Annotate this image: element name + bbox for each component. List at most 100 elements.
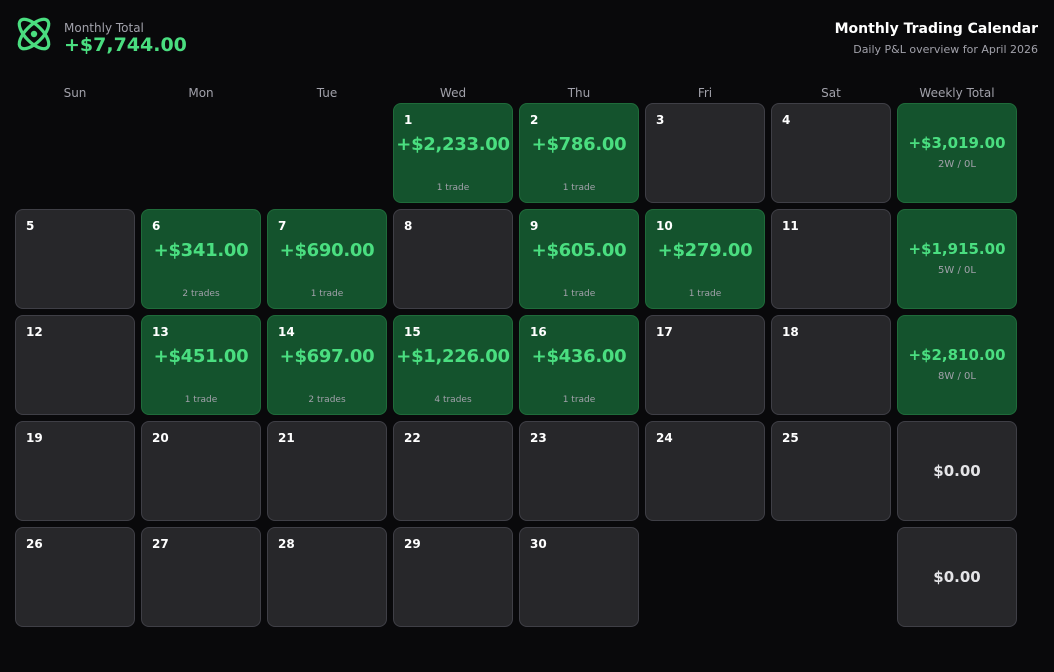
weekly-total-value: $0.00 (933, 568, 981, 586)
day-number: 10 (656, 219, 673, 233)
day-number: 18 (782, 325, 799, 339)
day-cell-21[interactable]: 21 (267, 421, 387, 521)
day-cell-14[interactable]: 14 +$697.00 2 trades (267, 315, 387, 415)
day-pnl: +$605.00 (531, 240, 627, 261)
page-title: Monthly Trading Calendar (834, 21, 1038, 37)
day-number: 17 (656, 325, 673, 339)
day-number: 19 (26, 431, 43, 445)
day-cell-3[interactable]: 3 (645, 103, 765, 203)
weekday-sun: Sun (63, 86, 87, 100)
day-pnl: +$341.00 (153, 240, 249, 261)
day-cell-19[interactable]: 19 (15, 421, 135, 521)
weekly-total-value: +$3,019.00 (908, 134, 1006, 152)
day-number: 24 (656, 431, 673, 445)
day-number: 7 (278, 219, 287, 233)
day-number: 29 (404, 537, 421, 551)
weekday-sat: Sat (821, 86, 841, 100)
weekday-wed: Wed (439, 86, 467, 100)
day-cell-26[interactable]: 26 (15, 527, 135, 627)
weekday-weekly-total: Weekly Total (919, 86, 995, 100)
day-cell-30[interactable]: 30 (519, 527, 639, 627)
weekday-header-row: Sun Mon Tue Wed Thu Fri Sat Weekly Total (15, 86, 1039, 102)
day-cell-24[interactable]: 24 (645, 421, 765, 521)
weekly-total-cell-2: +$1,915.00 5W / 0L (897, 209, 1017, 309)
day-number: 1 (404, 113, 413, 127)
day-cell-27[interactable]: 27 (141, 527, 261, 627)
day-trade-count: 1 trade (310, 289, 344, 299)
day-cell-1[interactable]: 1 +$2,233.00 1 trade (393, 103, 513, 203)
weekday-mon: Mon (188, 86, 214, 100)
day-number: 27 (152, 537, 169, 551)
day-trade-count: 1 trade (562, 183, 596, 193)
day-cell-28[interactable]: 28 (267, 527, 387, 627)
day-cell-18[interactable]: 18 (771, 315, 891, 415)
day-number: 23 (530, 431, 547, 445)
weekly-total-value: +$1,915.00 (908, 240, 1006, 258)
atom-logo-icon (17, 17, 51, 51)
monthly-total-label: Monthly Total (64, 21, 144, 35)
day-number: 16 (530, 325, 547, 339)
weekly-win-loss-record: 2W / 0L (938, 159, 976, 170)
day-cell-17[interactable]: 17 (645, 315, 765, 415)
day-cell-29[interactable]: 29 (393, 527, 513, 627)
day-trade-count: 1 trade (562, 395, 596, 405)
day-trade-count: 1 trade (562, 289, 596, 299)
day-cell-4[interactable]: 4 (771, 103, 891, 203)
day-number: 4 (782, 113, 791, 127)
day-cell-8[interactable]: 8 (393, 209, 513, 309)
day-cell-2[interactable]: 2 +$786.00 1 trade (519, 103, 639, 203)
day-trade-count: 4 trades (434, 395, 472, 405)
empty-day-cell (645, 527, 765, 627)
day-pnl: +$436.00 (531, 346, 627, 367)
empty-day-cell (15, 103, 135, 203)
day-number: 25 (782, 431, 799, 445)
day-number: 21 (278, 431, 295, 445)
weekly-total-cell-5: $0.00 (897, 527, 1017, 627)
day-number: 12 (26, 325, 43, 339)
day-cell-12[interactable]: 12 (15, 315, 135, 415)
empty-day-cell (267, 103, 387, 203)
weekly-total-cell-4: $0.00 (897, 421, 1017, 521)
day-cell-13[interactable]: 13 +$451.00 1 trade (141, 315, 261, 415)
day-cell-6[interactable]: 6 +$341.00 2 trades (141, 209, 261, 309)
day-pnl: +$697.00 (279, 346, 375, 367)
day-number: 11 (782, 219, 799, 233)
day-cell-7[interactable]: 7 +$690.00 1 trade (267, 209, 387, 309)
weekly-win-loss-record: 5W / 0L (938, 265, 976, 276)
day-number: 20 (152, 431, 169, 445)
day-trade-count: 2 trades (308, 395, 346, 405)
day-trade-count: 1 trade (436, 183, 470, 193)
empty-day-cell (771, 527, 891, 627)
day-number: 5 (26, 219, 35, 233)
weekday-fri: Fri (697, 86, 713, 100)
day-pnl: +$2,233.00 (396, 134, 510, 155)
day-number: 22 (404, 431, 421, 445)
day-cell-9[interactable]: 9 +$605.00 1 trade (519, 209, 639, 309)
weekly-total-value: +$2,810.00 (908, 346, 1006, 364)
day-number: 9 (530, 219, 539, 233)
day-cell-15[interactable]: 15 +$1,226.00 4 trades (393, 315, 513, 415)
day-cell-11[interactable]: 11 (771, 209, 891, 309)
day-number: 15 (404, 325, 421, 339)
weekday-thu: Thu (567, 86, 591, 100)
day-cell-22[interactable]: 22 (393, 421, 513, 521)
day-cell-23[interactable]: 23 (519, 421, 639, 521)
weekly-win-loss-record: 8W / 0L (938, 371, 976, 382)
day-number: 26 (26, 537, 43, 551)
day-pnl: +$279.00 (657, 240, 753, 261)
day-pnl: +$1,226.00 (396, 346, 510, 367)
day-cell-25[interactable]: 25 (771, 421, 891, 521)
day-cell-5[interactable]: 5 (15, 209, 135, 309)
day-number: 14 (278, 325, 295, 339)
empty-day-cell (141, 103, 261, 203)
day-number: 2 (530, 113, 539, 127)
day-cell-20[interactable]: 20 (141, 421, 261, 521)
day-cell-10[interactable]: 10 +$279.00 1 trade (645, 209, 765, 309)
weekly-total-value: $0.00 (933, 462, 981, 480)
day-cell-16[interactable]: 16 +$436.00 1 trade (519, 315, 639, 415)
day-trade-count: 2 trades (182, 289, 220, 299)
day-trade-count: 1 trade (184, 395, 218, 405)
weekday-tue: Tue (316, 86, 338, 100)
page-header: Monthly Total +$7,744.00 Monthly Trading… (0, 0, 1054, 80)
weekly-total-cell-1: +$3,019.00 2W / 0L (897, 103, 1017, 203)
